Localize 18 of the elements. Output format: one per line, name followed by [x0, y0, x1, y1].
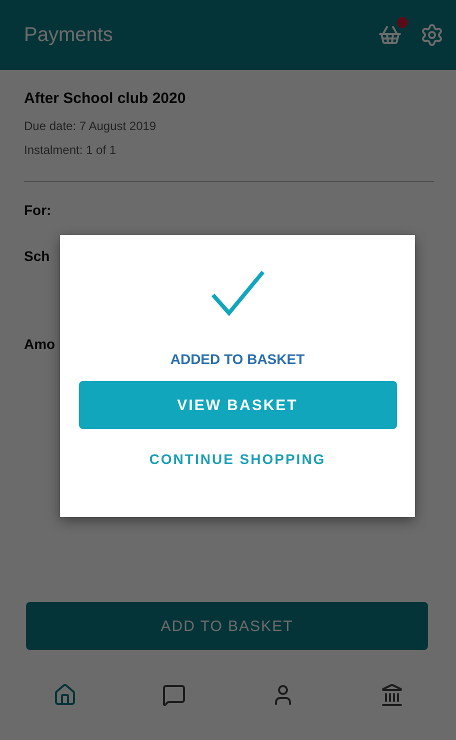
field-label: For:: [24, 202, 52, 218]
settings-icon[interactable]: [420, 23, 444, 47]
checkmark-icon: [210, 269, 266, 317]
chat-icon: [162, 683, 186, 707]
notification-badge: [397, 17, 408, 28]
dialog-message: ADDED TO BASKET: [170, 351, 305, 367]
field-label: Sch: [24, 248, 50, 264]
bank-icon: [380, 683, 404, 707]
item-title: After School club 2020: [24, 90, 187, 107]
page-title: Payments: [24, 24, 114, 46]
field-label: Amo: [24, 336, 56, 352]
view-basket-button[interactable]: VIEW BASKET: [78, 381, 396, 429]
home-icon: [52, 683, 76, 707]
add-to-basket-button[interactable]: ADD TO BASKET: [26, 602, 428, 650]
instalment: Instalment: 1 of 1: [24, 143, 118, 157]
continue-shopping-button[interactable]: CONTINUE SHOPPING: [143, 445, 332, 473]
due-date: Due date: 7 August 2019: [24, 119, 158, 133]
basket-icon[interactable]: [378, 23, 402, 47]
